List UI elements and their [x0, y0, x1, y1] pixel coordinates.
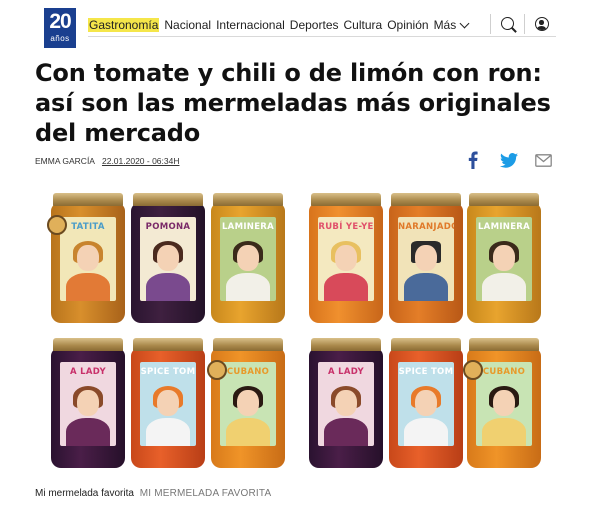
nav-more-label: Más — [433, 18, 457, 32]
search-icon[interactable] — [501, 17, 514, 30]
jar-label-text: POMONA — [145, 222, 191, 232]
article-byline: Emma García 22.01.2020 - 06:34H — [35, 156, 180, 166]
jam-jar: RUBÍ YE-YE — [309, 193, 383, 323]
site-logo[interactable]: 20 años — [44, 8, 76, 48]
top-navigation: 20 años Gastronomía Nacional Internacion… — [0, 0, 600, 56]
photo-caption: Mi mermelada favorita Mi mermelada favor… — [35, 488, 271, 499]
jar-label-text: A LADY — [70, 367, 106, 377]
jam-jar: A LADY — [51, 338, 125, 468]
jam-jar: CUBANO — [463, 338, 541, 468]
jar-label-text: LAMINERA — [221, 222, 275, 232]
jar-label-text: RUBÍ YE-YE — [318, 222, 374, 232]
caption-text: Mi mermelada favorita — [35, 488, 134, 499]
jam-jar: LAMINERA — [467, 193, 541, 323]
jar-label-text: A LADY — [328, 367, 364, 377]
photo-credit: Mi mermelada favorita — [139, 488, 272, 499]
nav-item-gastronomia[interactable]: Gastronomía — [88, 18, 160, 32]
article-photo[interactable]: TATITA POMONA LAMINERA RUBÍ YE-YE NARANJ… — [35, 180, 555, 480]
jam-jar: SPICE TOM — [389, 338, 463, 468]
nav-item-cultura[interactable]: Cultura — [344, 18, 383, 32]
jar-label-text: LAMINERA — [477, 222, 531, 232]
logo-number: 20 — [49, 10, 71, 33]
author-name[interactable]: Emma García — [35, 156, 95, 166]
jam-jar: POMONA — [131, 193, 205, 323]
nav-item-opinion[interactable]: Opinión — [387, 18, 428, 32]
nav-separator — [490, 14, 491, 34]
jar-label-text: SPICE TOM — [398, 367, 454, 377]
publish-date: 22.01.2020 - 06:34H — [101, 156, 180, 166]
nav-divider — [88, 36, 556, 37]
mail-icon[interactable] — [535, 153, 552, 167]
jam-jar: A LADY — [309, 338, 383, 468]
jam-jar: CUBANO — [207, 338, 285, 468]
section-nav: Gastronomía Nacional Internacional Depor… — [88, 18, 473, 32]
nav-item-internacional[interactable]: Internacional — [216, 18, 285, 32]
jar-label-text: TATITA — [71, 222, 105, 232]
chevron-down-icon — [459, 18, 470, 28]
nav-item-nacional[interactable]: Nacional — [164, 18, 211, 32]
article-headline: Con tomate y chili o de limón con ron: a… — [35, 59, 551, 147]
jam-jar: LAMINERA — [211, 193, 285, 323]
nav-more-menu[interactable]: Más — [433, 18, 470, 32]
user-icon[interactable] — [535, 17, 549, 31]
logo-suffix: años — [50, 34, 70, 43]
facebook-icon[interactable] — [466, 151, 480, 169]
brand-seal — [47, 215, 67, 235]
jam-jar: NARANJADO — [389, 193, 463, 323]
nav-separator — [524, 14, 525, 34]
nav-item-deportes[interactable]: Deportes — [290, 18, 339, 32]
brand-seal — [207, 360, 227, 380]
jar-label-text: CUBANO — [226, 367, 270, 377]
brand-seal — [463, 360, 483, 380]
twitter-icon[interactable] — [500, 151, 518, 169]
jar-label-text: NARANJADO — [398, 222, 454, 232]
jam-jar: TATITA — [47, 193, 125, 323]
jar-label-text: CUBANO — [482, 367, 526, 377]
jam-jar: SPICE TOM — [131, 338, 205, 468]
jar-label-text: SPICE TOM — [140, 367, 196, 377]
